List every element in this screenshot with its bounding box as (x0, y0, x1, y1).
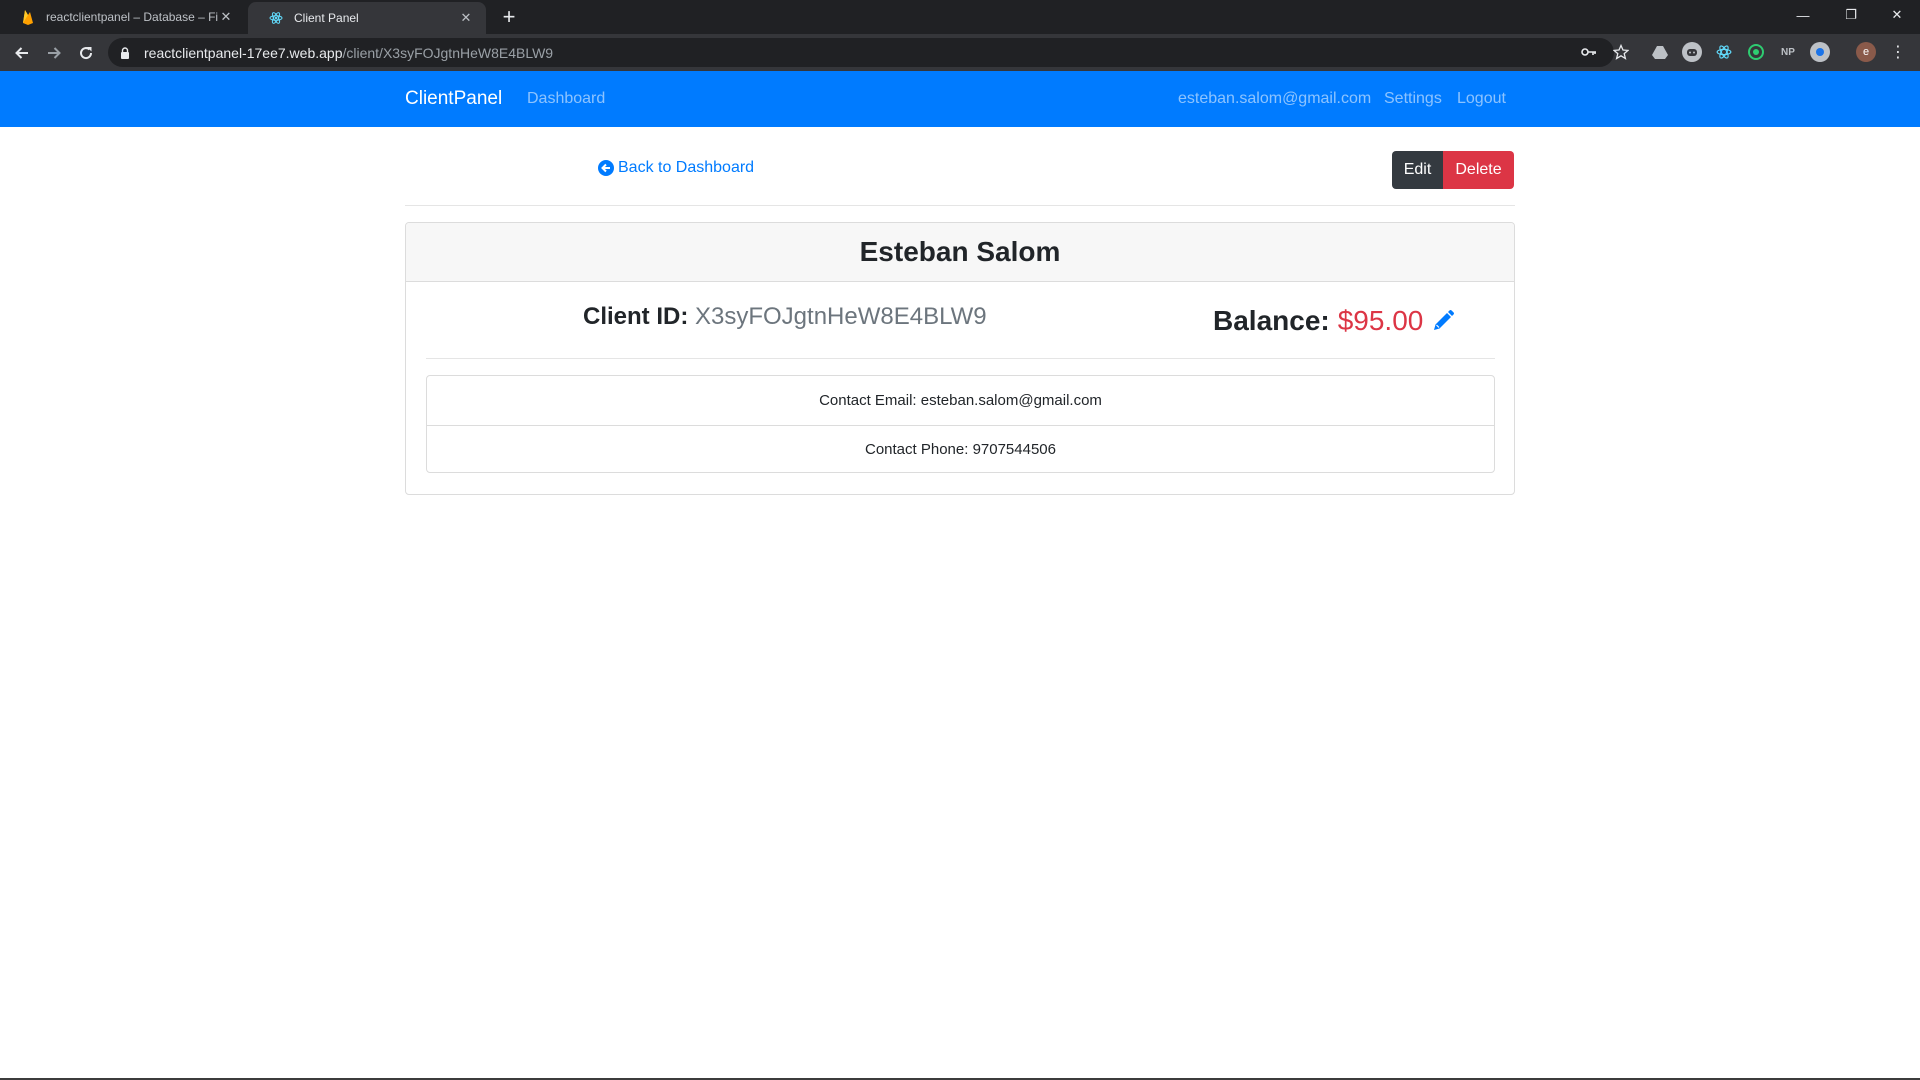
close-tab-icon[interactable]: ✕ (458, 10, 474, 26)
react-devtools-icon[interactable] (1714, 42, 1734, 62)
lock-icon (120, 46, 134, 60)
client-actions: Edit Delete (1392, 151, 1514, 189)
nav-user-email[interactable]: esteban.salom@gmail.com (1178, 90, 1371, 108)
arrow-circle-left-icon (598, 160, 614, 176)
restore-button[interactable]: ❐ (1828, 0, 1874, 30)
more-menu-icon[interactable]: ⋮ (1886, 41, 1910, 65)
contact-phone-label: Contact Phone: (864, 441, 969, 458)
balance-value: $95.00 (1337, 305, 1424, 336)
client-id: Client ID: X3syFOJgtnHeW8E4BLW9 (583, 303, 987, 331)
divider (405, 205, 1515, 206)
delete-button[interactable]: Delete (1443, 151, 1514, 189)
contact-list: Contact Email: esteban.salom@gmail.com C… (426, 375, 1495, 473)
back-to-dashboard-link[interactable]: Back to Dashboard (598, 159, 754, 177)
discord-icon[interactable] (1682, 42, 1702, 62)
tab-title: reactclientpanel – Database – Firebase (46, 10, 218, 24)
contact-phone-value: 9707544506 (972, 441, 1056, 458)
contact-email-label: Contact Email: (819, 392, 917, 409)
client-name: Esteban Salom (859, 236, 1061, 267)
key-icon[interactable] (1578, 41, 1600, 63)
reload-icon[interactable] (74, 41, 98, 65)
url-host: reactclientpanel-17ee7.web.app (144, 44, 343, 61)
forward-arrow-icon[interactable] (42, 41, 66, 65)
nav-logout-link[interactable]: Logout (1457, 90, 1506, 108)
address-bar[interactable]: reactclientpanel-17ee7.web.app/client/X3… (108, 38, 1614, 67)
browser-toolbar: reactclientpanel-17ee7.web.app/client/X3… (0, 34, 1920, 71)
app-navbar: ClientPanel Dashboard esteban.salom@gmai… (0, 71, 1920, 127)
star-icon[interactable] (1610, 41, 1632, 63)
redux-icon[interactable] (1746, 42, 1766, 62)
nav-settings-link[interactable]: Settings (1384, 90, 1442, 108)
extension-icon[interactable] (1810, 42, 1830, 62)
client-card: Esteban Salom Client ID: X3syFOJgtnHeW8E… (405, 222, 1515, 495)
drive-icon[interactable] (1650, 42, 1670, 62)
np-extension-icon[interactable]: NP (1778, 42, 1798, 62)
client-id-label: Client ID: (583, 303, 689, 330)
window-close-button[interactable]: ✕ (1874, 0, 1920, 30)
back-link-label: Back to Dashboard (618, 159, 755, 176)
browser-tab-firebase[interactable]: reactclientpanel – Database – Firebase ✕ (0, 0, 246, 34)
list-item-contact-phone: Contact Phone: 9707544506 (427, 425, 1494, 473)
card-divider (426, 358, 1495, 359)
react-icon (268, 10, 284, 26)
new-tab-button[interactable]: + (498, 6, 520, 28)
firebase-icon (20, 9, 36, 25)
edit-button[interactable]: Edit (1392, 151, 1443, 189)
card-header: Esteban Salom (406, 223, 1514, 282)
minimize-button[interactable]: — (1780, 0, 1826, 30)
browser-tabstrip: reactclientpanel – Database – Firebase ✕… (0, 0, 1920, 34)
close-tab-icon[interactable]: ✕ (218, 9, 234, 25)
balance-label: Balance: (1213, 305, 1330, 336)
list-item-contact-email: Contact Email: esteban.salom@gmail.com (427, 376, 1494, 425)
pencil-icon[interactable] (1431, 309, 1455, 333)
client-id-value: X3syFOJgtnHeW8E4BLW9 (695, 303, 987, 330)
back-arrow-icon[interactable] (10, 41, 34, 65)
tab-title: Client Panel (294, 11, 359, 25)
nav-dashboard-link[interactable]: Dashboard (527, 90, 605, 108)
client-balance: Balance: $95.00 (1213, 305, 1455, 337)
profile-avatar[interactable]: e (1856, 42, 1876, 62)
browser-tab-client-panel[interactable]: Client Panel ✕ (248, 2, 486, 34)
contact-email-value: esteban.salom@gmail.com (920, 392, 1102, 409)
navbar-brand[interactable]: ClientPanel (405, 88, 502, 110)
url-path: /client/X3syFOJgtnHeW8E4BLW9 (342, 44, 554, 61)
